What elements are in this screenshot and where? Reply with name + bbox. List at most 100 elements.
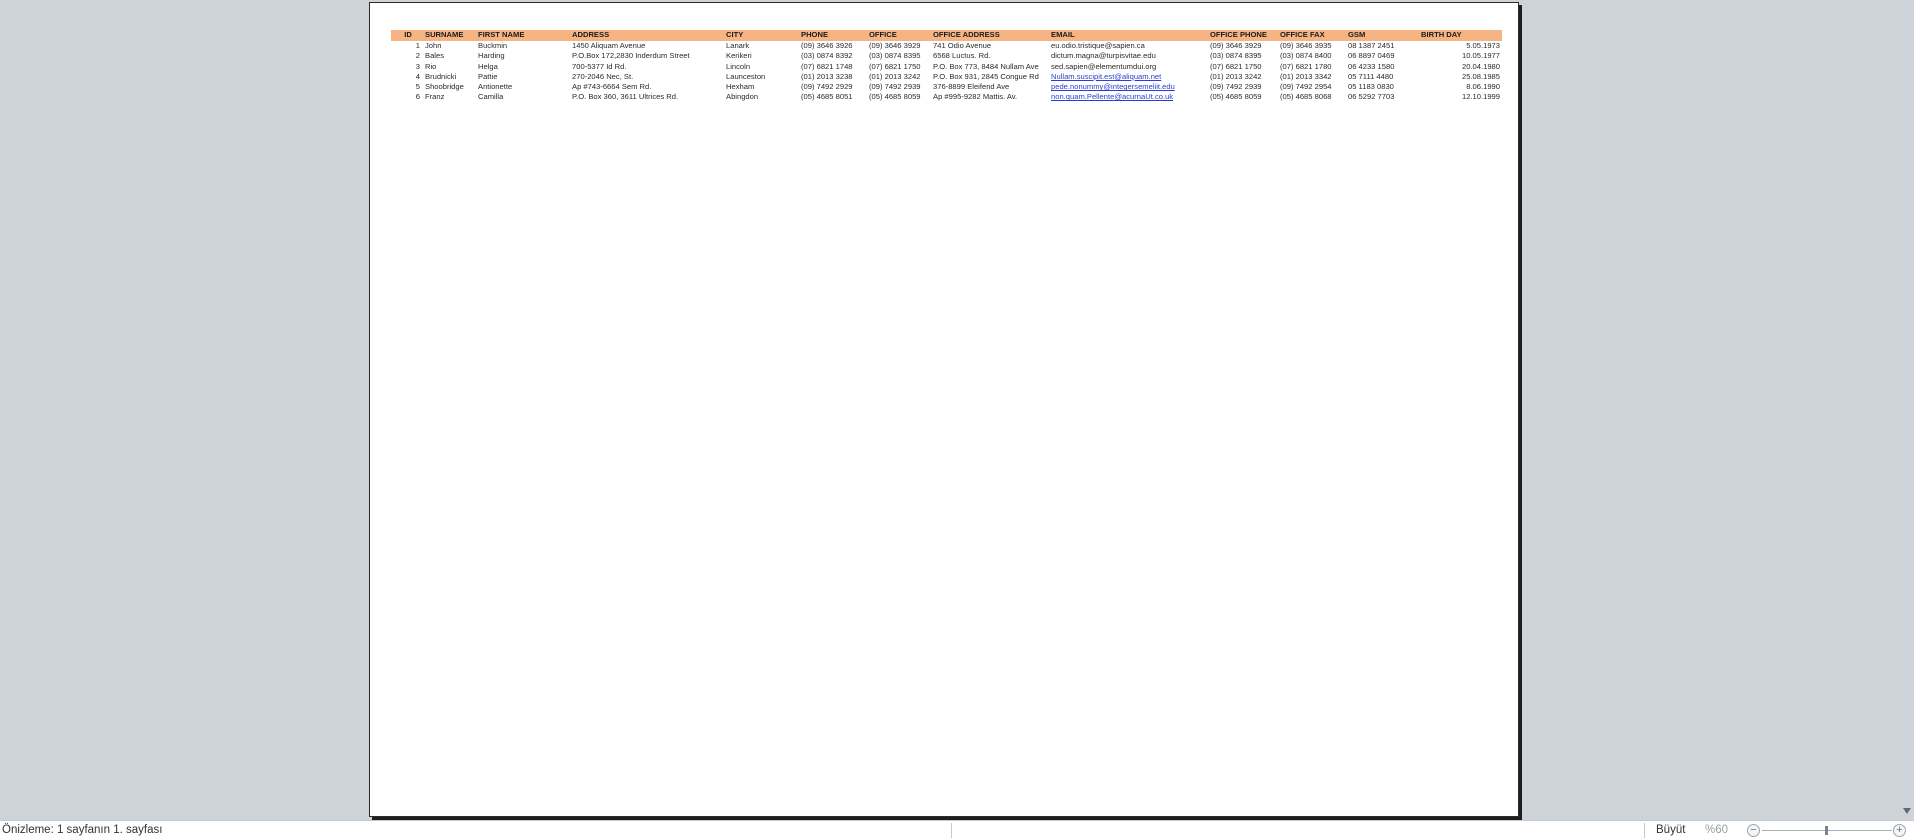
cell-office-address: 741 Odio Avenue bbox=[933, 41, 992, 50]
cell-surname: Franz bbox=[425, 92, 445, 102]
zoom-out-button[interactable]: − bbox=[1747, 824, 1760, 837]
table-row: 3 Rio Helga 700-5377 Id Rd. Lincoln (07) 6821… bbox=[391, 62, 1502, 72]
email-link[interactable]: Nullam.suscipit.est@aliquam.net bbox=[1050, 72, 1209, 82]
cell-first-name: Harding bbox=[478, 51, 505, 61]
cell-office-fax: (07) 6821 1780 bbox=[1280, 61, 1332, 71]
cell-office-address: P.O. Box 931, 2845 Congue Rd bbox=[933, 71, 1039, 81]
cell-phone: (05) 4685 8051 bbox=[801, 92, 853, 102]
cell-birth-day: 8.06.1990 bbox=[1466, 82, 1500, 92]
cell-phone: (01) 2013 3238 bbox=[801, 71, 853, 81]
cell-birth-day: 10.05.1977 bbox=[1461, 51, 1500, 61]
cell-id: 1 bbox=[415, 41, 420, 50]
cell-office-fax: (03) 0874 8400 bbox=[1280, 51, 1332, 61]
email-link[interactable]: non.quam.Pellente@acurnaUt.co.uk bbox=[1050, 92, 1209, 102]
cell-email: eu.odio.tristique@sapien.ca bbox=[1051, 41, 1145, 50]
cell-office-phone: (09) 3646 3929 bbox=[1210, 41, 1262, 50]
scroll-down-icon[interactable] bbox=[1903, 808, 1911, 814]
cell-office: (07) 6821 1750 bbox=[869, 61, 921, 71]
table-row: 5 Shoobridge Antionette Ap #743-6664 Sem Rd… bbox=[391, 82, 1502, 92]
contacts-table: ID SURNAME FIRST NAME ADDRESS CITY PHONE… bbox=[391, 30, 1502, 103]
cell-gsm: 06 8897 0469 bbox=[1348, 51, 1395, 61]
cell-office-phone: (01) 2013 3242 bbox=[1210, 71, 1262, 81]
cell-surname: Shoobridge bbox=[425, 82, 464, 92]
cell-birth-day: 25.08.1985 bbox=[1461, 71, 1500, 81]
cell-city: Lanark bbox=[726, 41, 750, 50]
column-header-office: OFFICE bbox=[868, 30, 932, 41]
status-divider bbox=[1644, 823, 1645, 838]
cell-email: dictum.magna@turpisvitae.edu bbox=[1051, 51, 1156, 61]
column-header-address: ADDRESS bbox=[571, 30, 725, 41]
column-header-phone: PHONE bbox=[800, 30, 868, 41]
cell-id: 4 bbox=[415, 71, 420, 81]
cell-birth-day: 12.10.1999 bbox=[1461, 92, 1500, 102]
zoom-label: Büyüt bbox=[1656, 824, 1686, 836]
cell-address: Ap #743-6664 Sem Rd. bbox=[572, 82, 652, 92]
cell-city: Abingdon bbox=[726, 92, 759, 102]
cell-address: 700-5377 Id Rd. bbox=[572, 61, 627, 71]
vertical-scrollbar[interactable] bbox=[1900, 0, 1914, 818]
cell-office-address: Ap #995-9282 Mattis. Av. bbox=[933, 92, 1018, 102]
table-row: 2 Bales Harding P.O.Box 172,2830 Inderdum S… bbox=[391, 51, 1502, 61]
cell-office-phone: (09) 7492 2939 bbox=[1210, 82, 1262, 92]
cell-phone: (03) 0874 8392 bbox=[801, 51, 853, 61]
zoom-slider-thumb[interactable] bbox=[1825, 826, 1828, 835]
status-bar: Önizleme: 1 sayfanın 1. sayfası Büyüt %6… bbox=[0, 820, 1914, 838]
cell-id: 2 bbox=[415, 51, 420, 61]
cell-address: P.O.Box 172,2830 Inderdum Street bbox=[572, 51, 690, 61]
column-header-office-fax: OFFICE FAX bbox=[1279, 30, 1347, 41]
cell-office: (09) 7492 2939 bbox=[869, 82, 921, 92]
cell-id: 5 bbox=[415, 82, 420, 92]
column-header-office-phone: OFFICE PHONE bbox=[1209, 30, 1279, 41]
cell-email: sed.sapien@elementumdui.org bbox=[1051, 61, 1157, 71]
cell-office-fax: (01) 2013 3342 bbox=[1280, 71, 1332, 81]
cell-city: Kerikeri bbox=[726, 51, 752, 61]
page-info: Önizleme: 1 sayfanın 1. sayfası bbox=[2, 824, 163, 836]
cell-address: P.O. Box 360, 3611 Ultrices Rd. bbox=[572, 92, 679, 102]
column-header-surname: SURNAME bbox=[424, 30, 477, 41]
cell-gsm: 06 5292 7703 bbox=[1348, 92, 1395, 102]
column-header-office-address: OFFICE ADDRESS bbox=[932, 30, 1050, 41]
cell-surname: John bbox=[425, 41, 442, 50]
table-row: 4 Brudnicki Pattie 270-2046 Nec, St. Launces… bbox=[391, 72, 1502, 82]
cell-city: Launceston bbox=[726, 71, 766, 81]
header-row: ID SURNAME FIRST NAME ADDRESS CITY PHONE… bbox=[391, 30, 1502, 41]
cell-office: (01) 2013 3242 bbox=[869, 71, 921, 81]
column-header-id: ID bbox=[391, 30, 424, 41]
cell-first-name: Antionette bbox=[478, 82, 513, 92]
cell-office: (03) 0874 8395 bbox=[869, 51, 921, 61]
cell-gsm: 06 4233 1580 bbox=[1348, 61, 1395, 71]
status-divider bbox=[951, 823, 952, 838]
cell-office-fax: (09) 3646 3935 bbox=[1280, 41, 1332, 50]
zoom-level[interactable]: %60 bbox=[1705, 824, 1728, 836]
cell-gsm: 05 1183 0830 bbox=[1348, 82, 1394, 92]
cell-city: Hexham bbox=[726, 82, 755, 92]
cell-id: 6 bbox=[415, 92, 420, 102]
column-header-gsm: GSM bbox=[1347, 30, 1420, 41]
cell-surname: Bales bbox=[425, 51, 444, 61]
cell-phone: (09) 3646 3926 bbox=[801, 41, 853, 50]
cell-phone: (07) 6821 1748 bbox=[801, 61, 853, 71]
cell-surname: Rio bbox=[425, 61, 437, 71]
cell-surname: Brudnicki bbox=[425, 71, 457, 81]
cell-office-address: 6568 Luctus. Rd. bbox=[933, 51, 991, 61]
cell-office: (05) 4685 8059 bbox=[869, 92, 921, 102]
email-link[interactable]: pede.nonummy@integersemeliit.edu bbox=[1050, 82, 1209, 92]
cell-office-phone: (05) 4685 8059 bbox=[1210, 92, 1262, 102]
cell-first-name: Buckmin bbox=[478, 41, 508, 50]
cell-office: (09) 3646 3929 bbox=[869, 41, 921, 50]
cell-first-name: Helga bbox=[478, 61, 498, 71]
zoom-in-button[interactable]: + bbox=[1893, 824, 1906, 837]
cell-birth-day: 5.05.1973 bbox=[1466, 41, 1500, 50]
cell-gsm: 08 1387 2451 bbox=[1348, 41, 1395, 50]
column-header-city: CITY bbox=[725, 30, 800, 41]
cell-city: Lincoln bbox=[726, 61, 751, 71]
column-header-birth-day: BIRTH DAY bbox=[1420, 30, 1502, 41]
cell-office-phone: (07) 6821 1750 bbox=[1210, 61, 1262, 71]
table-row: 6 Franz Camilla P.O. Box 360, 3611 Ultrices… bbox=[391, 92, 1502, 102]
cell-office-fax: (05) 4685 8068 bbox=[1280, 92, 1332, 102]
cell-birth-day: 20.04.1980 bbox=[1461, 61, 1500, 71]
cell-id: 3 bbox=[415, 61, 420, 71]
cell-first-name: Pattie bbox=[478, 71, 498, 81]
cell-first-name: Camilla bbox=[478, 92, 504, 102]
cell-office-address: 376-8899 Eleifend Ave bbox=[933, 82, 1010, 92]
